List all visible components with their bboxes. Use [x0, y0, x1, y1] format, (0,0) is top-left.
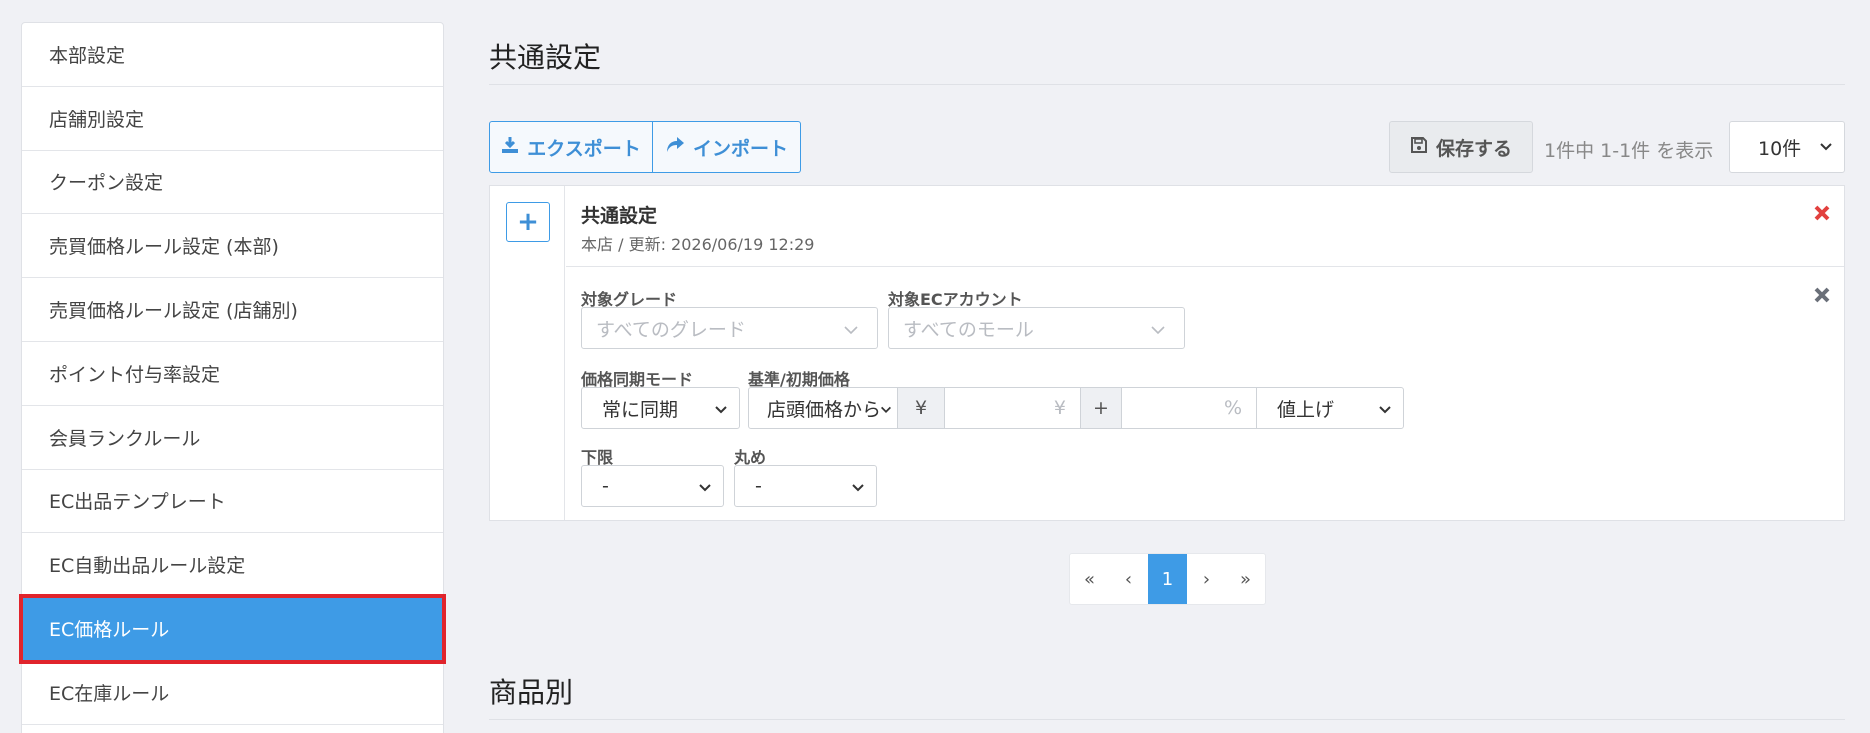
rounding-value: - — [755, 475, 762, 497]
export-button[interactable]: エクスポート — [489, 121, 653, 173]
save-button[interactable]: 保存する — [1389, 121, 1533, 173]
grade-placeholder: すべてのグレード — [596, 318, 746, 341]
sidebar-item-price-rule-hq[interactable]: 売買価格ルール設定 (本部) — [22, 214, 443, 279]
result-count: 1件中 1-1件 を表示 — [1544, 140, 1714, 162]
chevron-down-icon — [879, 401, 893, 423]
sidebar-item-store-settings[interactable]: 店舗別設定 — [22, 87, 443, 151]
chevron-down-icon — [843, 321, 859, 343]
rule-meta: 本店 / 更新: 2026/06/19 12:29 — [581, 235, 815, 254]
sidebar-item-coupon-settings[interactable]: クーポン設定 — [22, 151, 443, 215]
save-label: 保存する — [1435, 137, 1512, 160]
per-page-value: 10件 — [1758, 137, 1802, 160]
chevron-down-icon — [1377, 401, 1393, 423]
sidebar-item-hq-settings[interactable]: 本部設定 — [22, 23, 443, 87]
rounding-select[interactable]: - — [734, 465, 877, 507]
chevron-down-icon — [1818, 138, 1834, 160]
divider — [489, 719, 1845, 720]
page-next[interactable]: › — [1187, 554, 1226, 604]
base-price-select[interactable]: 店頭価格から — [748, 387, 898, 429]
page-current[interactable]: 1 — [1148, 554, 1187, 604]
sidebar-item-price-rule-store[interactable]: 売買価格ルール設定 (店舗別) — [22, 278, 443, 342]
export-label: エクスポート — [527, 137, 641, 160]
direction-value: 値上げ — [1277, 398, 1335, 421]
direction-select[interactable]: 値上げ — [1256, 387, 1404, 429]
sidebar-item-ec-stock-rule[interactable]: EC在庫ルール — [22, 661, 443, 725]
rule-card: + 共通設定 本店 / 更新: 2026/06/19 12:29 対象グレード … — [489, 185, 1845, 521]
download-icon — [501, 136, 519, 159]
section-title-common: 共通設定 — [489, 41, 602, 74]
export-import-group: エクスポート インポート — [489, 121, 801, 173]
grade-select[interactable]: すべてのグレード — [581, 307, 878, 349]
share-arrow-icon — [665, 136, 685, 159]
sync-mode-value: 常に同期 — [602, 398, 679, 421]
yen-amount-input[interactable]: ¥ — [944, 387, 1081, 429]
page-first[interactable]: « — [1070, 554, 1109, 604]
add-condition-button[interactable]: + — [506, 202, 550, 242]
chevron-down-icon — [850, 479, 866, 501]
sync-mode-select[interactable]: 常に同期 — [581, 387, 740, 429]
chevron-down-icon — [697, 479, 713, 501]
sidebar-item-ec-auto-listing[interactable]: EC自動出品ルール設定 — [22, 533, 443, 598]
remove-condition-icon[interactable] — [1814, 284, 1830, 309]
ec-account-select[interactable]: すべてのモール — [888, 307, 1185, 349]
base-price-value: 店頭価格から — [767, 398, 882, 421]
sidebar-item-member-rank[interactable]: 会員ランクルール — [22, 406, 443, 470]
lower-limit-value: - — [602, 475, 609, 497]
sidebar-item-point-rate[interactable]: ポイント付与率設定 — [22, 342, 443, 406]
chevron-down-icon — [713, 401, 729, 423]
delete-rule-icon[interactable] — [1814, 202, 1830, 227]
sidebar-item-ec-price-rule[interactable]: EC価格ルール — [19, 594, 446, 664]
per-page-select[interactable]: 10件 — [1729, 121, 1845, 173]
import-button[interactable]: インポート — [653, 121, 801, 173]
page-prev[interactable]: ‹ — [1109, 554, 1148, 604]
divider — [566, 266, 1844, 267]
import-label: インポート — [692, 137, 788, 160]
percent-input[interactable]: % — [1121, 387, 1257, 429]
lower-limit-select[interactable]: - — [581, 465, 724, 507]
sidebar-item-ec-listing-template[interactable]: EC出品テンプレート — [22, 470, 443, 534]
yen-addon: ¥ — [897, 387, 945, 429]
section-title-product: 商品別 — [489, 676, 574, 709]
divider — [489, 84, 1845, 85]
page-last[interactable]: » — [1226, 554, 1265, 604]
card-gutter: + — [490, 186, 565, 520]
rule-title: 共通設定 — [581, 205, 658, 227]
chevron-down-icon — [1150, 321, 1166, 343]
sidebar: 本部設定 店舗別設定 クーポン設定 売買価格ルール設定 (本部) 売買価格ルール… — [19, 22, 446, 733]
floppy-disk-icon — [1410, 136, 1428, 159]
ec-account-placeholder: すべてのモール — [903, 318, 1034, 341]
pagination: « ‹ 1 › » — [1069, 553, 1266, 605]
plus-addon: + — [1080, 387, 1122, 429]
